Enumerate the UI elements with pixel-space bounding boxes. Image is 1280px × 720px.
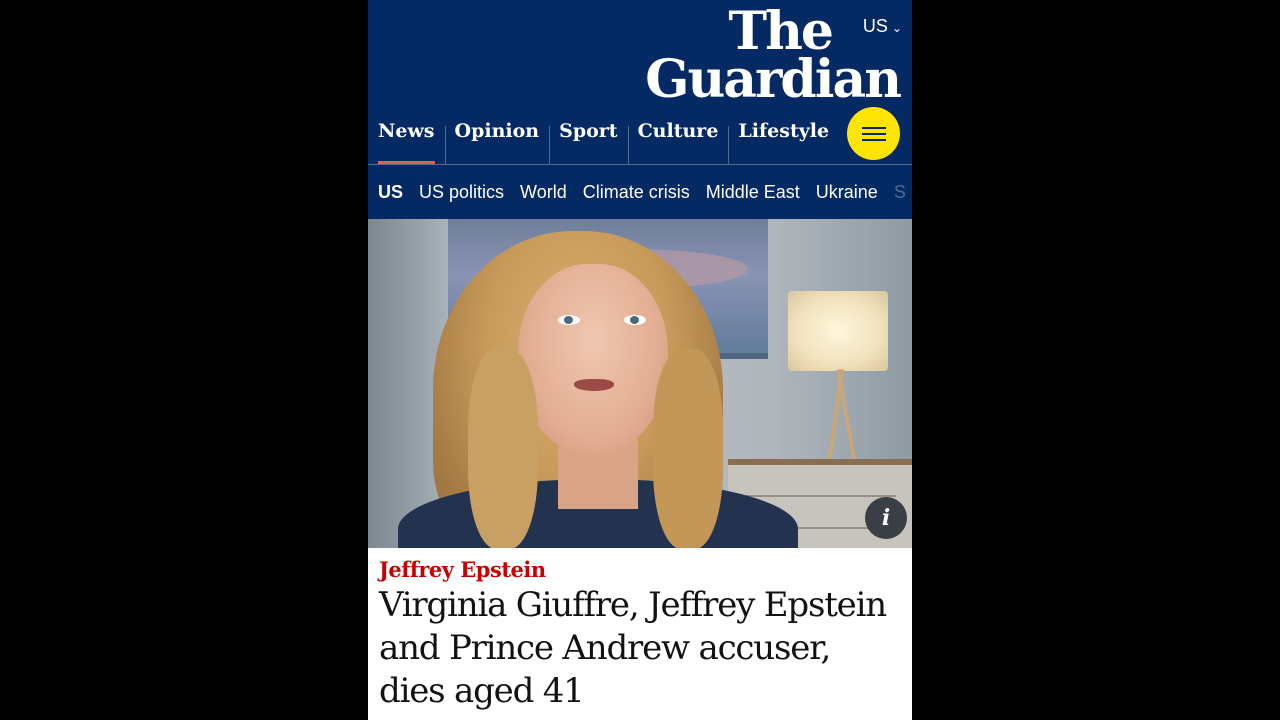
hero-lamp [788, 291, 888, 371]
guardian-logo[interactable]: The Guardian [645, 6, 902, 110]
article-headline[interactable]: Virginia Giuffre, Jeffrey Epstein and Pr… [379, 584, 904, 713]
guardian-mobile-page: US ⌄ The Guardian News Opinion Sport Cul… [368, 0, 912, 720]
hero-subject-eye [624, 315, 646, 325]
subnav-item-us[interactable]: US [378, 182, 403, 203]
hamburger-menu-icon-bar [861, 138, 886, 141]
hero-subject-mouth [574, 379, 614, 391]
hero-lamp-leg [836, 369, 856, 459]
site-header: US ⌄ The Guardian News Opinion Sport Cul… [368, 0, 912, 165]
subnav-item-climate-crisis[interactable]: Climate crisis [583, 182, 690, 203]
hero-subject-eye [558, 315, 580, 325]
hero-subject-hair-strand [468, 349, 538, 548]
pillar-nav: News Opinion Sport Culture Lifestyle [368, 112, 839, 165]
subnav-item-ukraine[interactable]: Ukraine [816, 182, 878, 203]
hamburger-menu-icon [861, 126, 886, 129]
article-hero-image[interactable]: i [368, 219, 912, 548]
pillar-news[interactable]: News [368, 112, 445, 165]
subnav-item-truncated[interactable]: S [894, 182, 906, 203]
hero-subject-face [518, 264, 668, 454]
sub-navigation: US US politics World Climate crisis Midd… [368, 165, 912, 219]
pillar-sport[interactable]: Sport [549, 112, 627, 165]
hero-dresser-drawer [746, 495, 896, 497]
info-icon[interactable]: i [865, 497, 907, 539]
pillar-opinion[interactable]: Opinion [444, 112, 550, 165]
subnav-item-world[interactable]: World [520, 182, 567, 203]
hero-subject-hair-strand [653, 349, 723, 548]
hamburger-menu-button[interactable] [847, 107, 900, 160]
subnav-item-middle-east[interactable]: Middle East [706, 182, 800, 203]
logo-line-guardian: Guardian [645, 48, 902, 110]
subnav-item-us-politics[interactable]: US politics [419, 182, 504, 203]
pillar-lifestyle[interactable]: Lifestyle [728, 112, 839, 165]
article-kicker[interactable]: Jeffrey Epstein [379, 557, 546, 582]
pillar-culture[interactable]: Culture [627, 112, 729, 165]
hamburger-menu-icon-bar [861, 132, 886, 135]
